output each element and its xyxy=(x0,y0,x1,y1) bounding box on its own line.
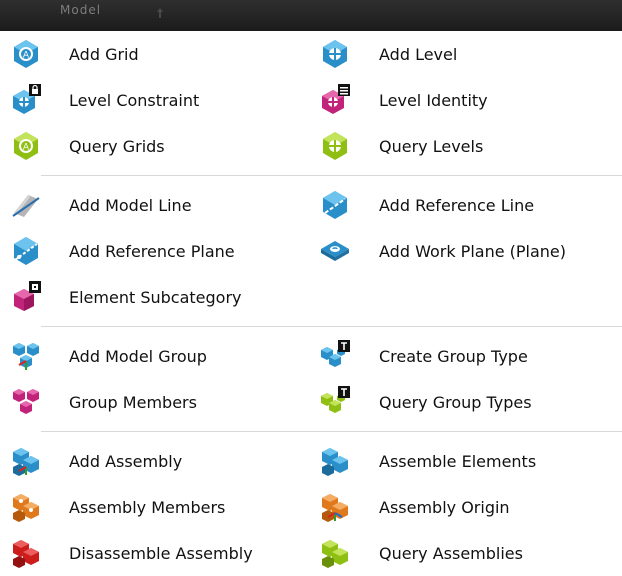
menu-item-label: Add Reference Plane xyxy=(69,241,235,261)
query-group-types-icon xyxy=(319,386,351,418)
menu-item-label: Level Constraint xyxy=(69,90,200,110)
menu-item-label: Query Levels xyxy=(379,136,484,156)
model-group-icon xyxy=(10,340,42,372)
level-icon xyxy=(319,38,351,70)
menu-section-references: Add Model Line Add Reference Line Add Re… xyxy=(0,182,622,320)
menu-item-assembly-origin[interactable]: Assembly Origin xyxy=(310,484,622,530)
assemble-elements-icon xyxy=(319,445,351,477)
model-line-icon xyxy=(10,189,42,221)
menu-item-label: Group Members xyxy=(69,392,197,412)
menu-item-element-subcategory[interactable]: Element Subcategory xyxy=(0,274,310,320)
work-plane-icon xyxy=(319,235,351,267)
svg-text:A: A xyxy=(23,143,30,153)
reference-line-icon xyxy=(319,189,351,221)
menu-item-query-grids[interactable]: A Query Grids xyxy=(0,123,310,169)
menu-separator xyxy=(41,175,622,176)
assembly-origin-icon xyxy=(319,491,351,523)
menu-item-label: Level Identity xyxy=(379,90,488,110)
query-assemblies-icon xyxy=(319,537,351,569)
menu-item-label: Assembly Members xyxy=(69,497,226,517)
command-menu: A Add Grid Add Level Level Constraint Le… xyxy=(0,31,622,576)
menu-item-label: Add Assembly xyxy=(69,451,183,471)
group-members-icon xyxy=(10,386,42,418)
menu-item-label: Add Work Plane (Plane) xyxy=(379,241,566,261)
menu-separator xyxy=(41,326,622,327)
menu-item-add-reference-plane[interactable]: Add Reference Plane xyxy=(0,228,310,274)
menu-item-add-model-group[interactable]: Add Model Group xyxy=(0,333,310,379)
disassemble-assembly-icon xyxy=(10,537,42,569)
menu-item-label: Add Reference Line xyxy=(379,195,535,215)
create-group-type-icon xyxy=(319,340,351,372)
menu-item-add-level[interactable]: Add Level xyxy=(310,31,622,77)
menu-item-label: Add Level xyxy=(379,44,458,64)
menu-section-datums: A Add Grid Add Level Level Constraint Le… xyxy=(0,31,622,169)
menu-item-level-constraint[interactable]: Level Constraint xyxy=(0,77,310,123)
menu-item-disassemble-assembly[interactable]: Disassemble Assembly xyxy=(0,530,310,576)
menu-item-label: Add Model Group xyxy=(69,346,207,366)
menu-item-label: Create Group Type xyxy=(379,346,528,366)
menu-item-add-reference-line[interactable]: Add Reference Line xyxy=(310,182,622,228)
menu-item-assembly-members[interactable]: Assembly Members xyxy=(0,484,310,530)
element-subcategory-icon xyxy=(10,281,42,313)
pin-icon[interactable] xyxy=(154,8,166,18)
panel-titlebar[interactable]: Model xyxy=(0,0,622,31)
menu-item-assemble-elements[interactable]: Assemble Elements xyxy=(310,438,622,484)
menu-item-add-work-plane[interactable]: Add Work Plane (Plane) xyxy=(310,228,622,274)
menu-section-groups: Add Model Group Create Group Type Group … xyxy=(0,333,622,425)
menu-item-group-members[interactable]: Group Members xyxy=(0,379,310,425)
menu-item-label: Assemble Elements xyxy=(379,451,537,471)
menu-item-add-assembly[interactable]: Add Assembly xyxy=(0,438,310,484)
menu-item-query-levels[interactable]: Query Levels xyxy=(310,123,622,169)
menu-item-level-identity[interactable]: Level Identity xyxy=(310,77,622,123)
menu-section-assemblies: Add Assembly Assemble Elements Assembly … xyxy=(0,438,622,576)
grid-icon: A xyxy=(10,38,42,70)
menu-item-label: Element Subcategory xyxy=(69,287,242,307)
menu-item-add-grid[interactable]: A Add Grid xyxy=(0,31,310,77)
menu-item-label: Add Model Line xyxy=(69,195,192,215)
level-constraint-icon xyxy=(10,84,42,116)
reference-plane-icon xyxy=(10,235,42,267)
level-identity-icon xyxy=(319,84,351,116)
assembly-members-icon xyxy=(10,491,42,523)
menu-item-label: Add Grid xyxy=(69,44,139,64)
query-grids-icon: A xyxy=(10,130,42,162)
panel-title: Model xyxy=(60,3,102,17)
menu-item-query-group-types[interactable]: Query Group Types xyxy=(310,379,622,425)
menu-item-add-model-line[interactable]: Add Model Line xyxy=(0,182,310,228)
menu-item-query-assemblies[interactable]: Query Assemblies xyxy=(310,530,622,576)
assembly-icon xyxy=(10,445,42,477)
menu-separator xyxy=(41,431,622,432)
query-levels-icon xyxy=(319,130,351,162)
menu-item-label: Assembly Origin xyxy=(379,497,510,517)
menu-item-label: Query Grids xyxy=(69,136,165,156)
model-panel: Model A Add Grid Add Level Level Constra… xyxy=(0,0,622,574)
menu-item-label: Disassemble Assembly xyxy=(69,543,253,563)
menu-item-create-group-type[interactable]: Create Group Type xyxy=(310,333,622,379)
menu-item-label: Query Assemblies xyxy=(379,543,523,563)
menu-item-label: Query Group Types xyxy=(379,392,532,412)
svg-text:A: A xyxy=(23,51,30,61)
